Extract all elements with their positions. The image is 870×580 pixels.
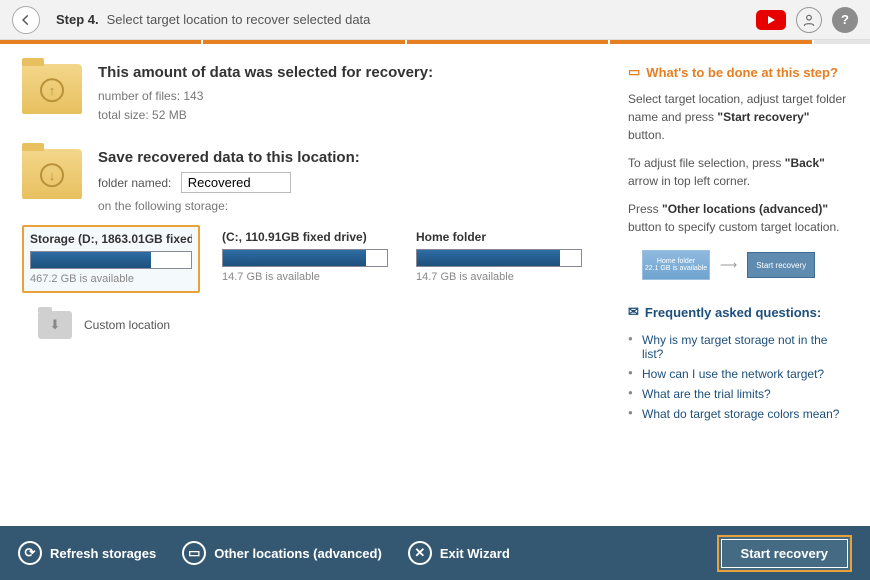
storage-bar	[416, 249, 582, 267]
selected-title: This amount of data was selected for rec…	[98, 64, 433, 81]
help-thumbnail: Home folder22.1 GB is available ⟶ Start …	[642, 250, 848, 280]
youtube-icon[interactable]	[756, 10, 786, 30]
selected-data-section: ↑ This amount of data was selected for r…	[22, 64, 610, 125]
storage-name: Home folder	[416, 230, 582, 244]
storage-avail: 467.2 GB is available	[30, 273, 192, 285]
faq-link[interactable]: How can I use the network target?	[628, 364, 848, 384]
storage-avail: 14.7 GB is available	[222, 271, 388, 283]
thumb-start-icon: Start recovery	[747, 252, 815, 278]
custom-location-button[interactable]: ⬇ Custom location	[22, 311, 610, 339]
save-location-section: ↓ Save recovered data to this location: …	[22, 149, 610, 216]
refresh-icon: ⟳	[18, 541, 42, 565]
folder-name-input[interactable]	[181, 172, 291, 193]
book-icon: ▭	[628, 64, 640, 80]
arrow-left-icon	[19, 13, 33, 27]
main-panel: ↑ This amount of data was selected for r…	[22, 64, 628, 514]
storage-name: (C:, 110.91GB fixed drive)	[222, 230, 388, 244]
help-p3: Press "Other locations (advanced)" butto…	[628, 200, 848, 236]
faq-link[interactable]: What are the trial limits?	[628, 384, 848, 404]
storage-bar	[30, 251, 192, 269]
faq-link[interactable]: What do target storage colors mean?	[628, 404, 848, 424]
folder-down-icon: ↓	[22, 149, 82, 199]
step-number: Step 4.	[56, 12, 99, 27]
folder-name-label: folder named:	[98, 176, 171, 190]
help-p1: Select target location, adjust target fo…	[628, 90, 848, 144]
exit-wizard-button[interactable]: ✕ Exit Wizard	[408, 541, 510, 565]
help-icon[interactable]: ?	[832, 7, 858, 33]
storage-name: Storage (D:, 1863.01GB fixed drive)	[30, 232, 192, 246]
help-p2: To adjust file selection, press "Back" a…	[628, 154, 848, 190]
storage-avail: 14.7 GB is available	[416, 271, 582, 283]
storage-list: Storage (D:, 1863.01GB fixed drive) 467.…	[22, 225, 610, 293]
custom-location-label: Custom location	[84, 318, 170, 332]
files-count: number of files: 143	[98, 87, 433, 106]
progress-bar	[0, 40, 870, 44]
storage-option-home[interactable]: Home folder 14.7 GB is available	[410, 225, 588, 293]
folder-up-icon: ↑	[22, 64, 82, 114]
storage-option-c[interactable]: (C:, 110.91GB fixed drive) 14.7 GB is av…	[216, 225, 394, 293]
back-button[interactable]	[12, 6, 40, 34]
storage-bar	[222, 249, 388, 267]
save-title: Save recovered data to this location:	[98, 149, 360, 166]
thumb-storage-icon: Home folder22.1 GB is available	[642, 250, 710, 280]
folder-icon: ▭	[182, 541, 206, 565]
arrow-right-icon: ⟶	[720, 258, 737, 272]
storage-label: on the following storage:	[98, 197, 360, 216]
start-recovery-button[interactable]: Start recovery	[717, 535, 852, 572]
storage-option-d[interactable]: Storage (D:, 1863.01GB fixed drive) 467.…	[22, 225, 200, 293]
footer-bar: ⟳ Refresh storages ▭ Other locations (ad…	[0, 526, 870, 580]
step-title: Select target location to recover select…	[107, 12, 371, 27]
help-title: ▭ What's to be done at this step?	[628, 64, 848, 80]
side-panel: ▭ What's to be done at this step? Select…	[628, 64, 848, 514]
faq-section: ✉ Frequently asked questions: Why is my …	[628, 304, 848, 424]
header-bar: Step 4. Select target location to recove…	[0, 0, 870, 40]
faq-title: ✉ Frequently asked questions:	[628, 304, 848, 320]
user-icon[interactable]	[796, 7, 822, 33]
faq-link[interactable]: Why is my target storage not in the list…	[628, 330, 848, 364]
total-size: total size: 52 MB	[98, 106, 433, 125]
other-locations-button[interactable]: ▭ Other locations (advanced)	[182, 541, 382, 565]
close-icon: ✕	[408, 541, 432, 565]
chat-icon: ✉	[628, 304, 639, 320]
folder-grey-icon: ⬇	[38, 311, 72, 339]
refresh-storages-button[interactable]: ⟳ Refresh storages	[18, 541, 156, 565]
